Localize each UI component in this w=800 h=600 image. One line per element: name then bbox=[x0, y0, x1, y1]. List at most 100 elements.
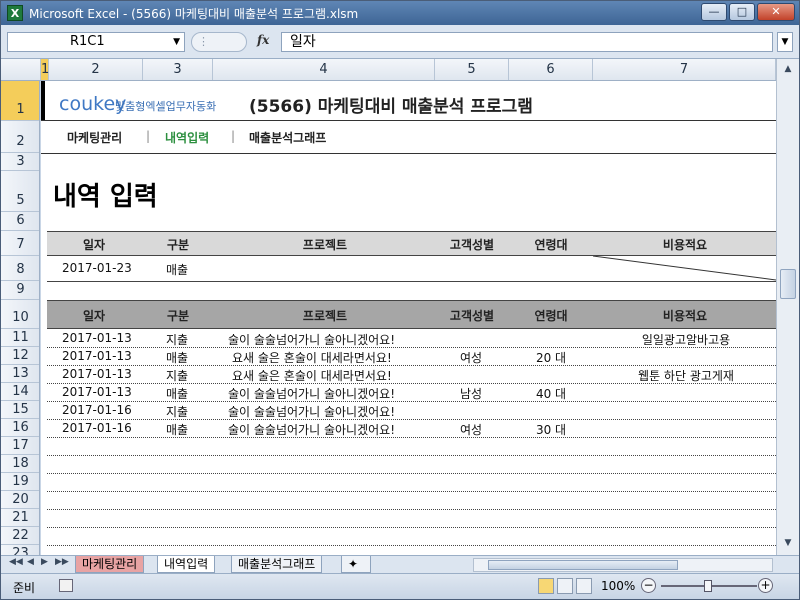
project-cell: 술이 술술넘어가니 술아니겠어요! bbox=[228, 333, 396, 347]
first-sheet-icon[interactable]: ◀◀ bbox=[9, 557, 23, 567]
formula-input[interactable]: 일자 bbox=[281, 32, 773, 52]
col-date: 일자 bbox=[82, 238, 106, 252]
col-project: 프로젝트 bbox=[302, 238, 348, 252]
row-header[interactable]: 11 bbox=[1, 329, 39, 347]
row-header[interactable]: 10 bbox=[1, 300, 39, 329]
data-table-header: 일자 구분 프로젝트 고객성별 연령대 비용적요 bbox=[47, 300, 776, 329]
title-bar: X Microsoft Excel - (5566) 마케팅대비 매출분석 프로… bbox=[1, 1, 799, 25]
zoom-level[interactable]: 100% bbox=[601, 579, 635, 593]
column-header[interactable]: 5 bbox=[435, 59, 509, 80]
row-divider bbox=[47, 401, 776, 402]
input-type-cell[interactable]: 매출 bbox=[166, 261, 188, 278]
row-header[interactable]: 20 bbox=[1, 491, 39, 509]
date-cell: 2017-01-16 bbox=[62, 403, 132, 417]
date-cell: 2017-01-13 bbox=[62, 367, 132, 381]
row-header[interactable]: 16 bbox=[1, 419, 39, 437]
date-cell: 2017-01-13 bbox=[62, 385, 132, 399]
row-header[interactable]: 2 bbox=[1, 121, 39, 153]
row-divider bbox=[47, 509, 776, 510]
input-table-header: 일자 구분 프로젝트 고객성별 연령대 비용적요 bbox=[47, 231, 776, 256]
nav-entry-input[interactable]: 내역입력 bbox=[165, 129, 209, 146]
row-divider bbox=[47, 419, 776, 420]
insert-function-icon[interactable]: fx bbox=[257, 33, 269, 47]
minimize-button[interactable]: — bbox=[701, 3, 727, 21]
column-header[interactable]: 3 bbox=[143, 59, 213, 80]
excel-app-icon[interactable]: X bbox=[7, 5, 23, 21]
program-title: (5566) 마케팅대비 매출분석 프로그램 bbox=[249, 97, 533, 117]
row-header[interactable]: 8 bbox=[1, 256, 39, 281]
row-header[interactable]: 12 bbox=[1, 347, 39, 365]
tab-sales-chart[interactable]: 매출분석그래프 bbox=[231, 556, 323, 573]
normal-view-icon[interactable] bbox=[538, 578, 554, 594]
date-cell: 2017-01-13 bbox=[62, 349, 132, 363]
column-header[interactable]: 4 bbox=[213, 59, 435, 80]
row-header[interactable]: 23 bbox=[1, 545, 39, 555]
excel-window: X Microsoft Excel - (5566) 마케팅대비 매출분석 프로… bbox=[0, 0, 800, 600]
window-title: Microsoft Excel - (5566) 마케팅대비 매출분석 프로그램… bbox=[29, 7, 359, 21]
maximize-button[interactable]: □ bbox=[729, 3, 755, 21]
column-header[interactable]: 7 bbox=[593, 59, 776, 80]
zoom-slider-thumb[interactable] bbox=[704, 580, 712, 592]
zoom-out-icon[interactable]: − bbox=[641, 578, 656, 593]
close-button[interactable]: ✕ bbox=[757, 3, 795, 21]
row-header[interactable]: 17 bbox=[1, 437, 39, 455]
zoom-in-icon[interactable]: + bbox=[758, 578, 773, 593]
row-divider bbox=[47, 383, 776, 384]
row-header[interactable]: 9 bbox=[1, 281, 39, 300]
nav-marketing[interactable]: 마케팅관리 bbox=[67, 129, 122, 146]
project-cell: 요새 술은 혼술이 대세라면서요! bbox=[232, 351, 392, 365]
horizontal-scrollbar[interactable] bbox=[473, 558, 773, 572]
project-cell: 요새 술은 혼술이 대세라면서요! bbox=[232, 369, 392, 383]
record-macro-icon[interactable] bbox=[59, 579, 73, 592]
column-header[interactable]: 1 bbox=[41, 59, 49, 80]
row-header[interactable]: 19 bbox=[1, 473, 39, 491]
scroll-up-icon[interactable]: ▲ bbox=[780, 61, 796, 77]
type-cell: 지출 bbox=[166, 333, 189, 347]
active-cell-marker bbox=[41, 81, 45, 121]
page-layout-view-icon[interactable] bbox=[557, 578, 573, 594]
nav-separator: | bbox=[146, 129, 151, 143]
row-divider bbox=[47, 527, 776, 528]
row-header[interactable]: 5 bbox=[1, 171, 39, 212]
worksheet-grid[interactable]: coukey 맞춤형엑셀업무자동화 (5566) 마케팅대비 매출분석 프로그램… bbox=[41, 81, 776, 555]
vertical-scrollbar[interactable]: ▲ ▼ bbox=[776, 59, 799, 555]
row-header[interactable]: 22 bbox=[1, 527, 39, 545]
column-header[interactable]: 6 bbox=[509, 59, 593, 80]
formula-cancel-enter[interactable]: ⋮ bbox=[191, 32, 247, 52]
row-header[interactable]: 14 bbox=[1, 383, 39, 401]
input-date-cell[interactable]: 2017-01-23 bbox=[62, 261, 132, 275]
scroll-thumb[interactable] bbox=[780, 269, 796, 299]
prev-sheet-icon[interactable]: ◀ bbox=[27, 557, 34, 567]
scroll-down-icon[interactable]: ▼ bbox=[780, 535, 796, 551]
divider bbox=[41, 120, 776, 121]
formula-tools: ⋮ fx bbox=[191, 32, 277, 52]
row-header[interactable]: 21 bbox=[1, 509, 39, 527]
row-divider bbox=[47, 455, 776, 456]
row-header[interactable]: 1 bbox=[1, 81, 39, 121]
last-sheet-icon[interactable]: ▶▶ bbox=[55, 557, 69, 567]
page-break-view-icon[interactable] bbox=[576, 578, 592, 594]
row-header[interactable]: 15 bbox=[1, 401, 39, 419]
name-box[interactable]: R1C1 ▼ bbox=[7, 32, 185, 52]
sheet-tab-bar: ◀◀ ◀ ▶ ▶▶ 마케팅관리 내역입력 매출분석그래프 ✦ bbox=[1, 555, 799, 573]
divider bbox=[47, 281, 776, 282]
row-header[interactable]: 18 bbox=[1, 455, 39, 473]
row-header[interactable]: 7 bbox=[1, 231, 39, 256]
divider bbox=[41, 153, 776, 154]
expand-formula-bar-icon[interactable]: ▼ bbox=[777, 32, 793, 52]
insert-sheet-icon[interactable]: ✦ bbox=[341, 556, 371, 573]
tab-entry-input[interactable]: 내역입력 bbox=[157, 556, 216, 573]
next-sheet-icon[interactable]: ▶ bbox=[41, 557, 48, 567]
scroll-thumb[interactable] bbox=[488, 560, 678, 570]
nav-sales-chart[interactable]: 매출분석그래프 bbox=[249, 129, 326, 146]
chevron-down-icon[interactable]: ▼ bbox=[173, 33, 180, 51]
tab-marketing[interactable]: 마케팅관리 bbox=[75, 556, 145, 573]
column-header[interactable]: 2 bbox=[49, 59, 143, 80]
row-header[interactable]: 13 bbox=[1, 365, 39, 383]
type-cell: 매출 bbox=[166, 387, 189, 401]
project-cell: 술이 술술넘어가니 술아니겠어요! bbox=[228, 423, 396, 437]
row-header[interactable]: 3 bbox=[1, 153, 39, 171]
row-header[interactable]: 6 bbox=[1, 212, 39, 231]
row-divider bbox=[47, 365, 776, 366]
select-all-corner[interactable] bbox=[1, 59, 41, 80]
